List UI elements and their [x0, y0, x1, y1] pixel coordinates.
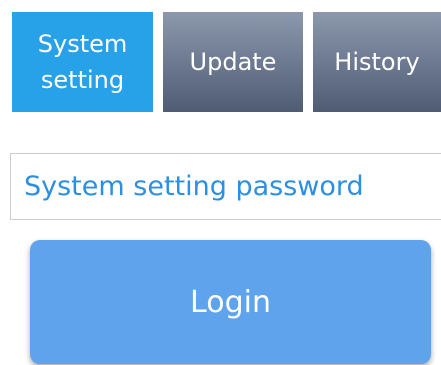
- tab-system-setting-line1: System: [37, 30, 128, 58]
- tab-system-setting-line2: setting: [40, 66, 125, 94]
- tab-system-setting-label: System setting: [38, 26, 128, 98]
- login-button[interactable]: Login: [30, 240, 431, 364]
- tab-history[interactable]: History: [313, 12, 441, 112]
- login-panel: System setting Update History Login: [0, 0, 441, 365]
- tab-update-label: Update: [189, 48, 277, 76]
- tab-history-label: History: [334, 48, 420, 76]
- tab-update[interactable]: Update: [163, 12, 303, 112]
- tab-system-setting[interactable]: System setting: [12, 12, 153, 112]
- system-setting-password-input[interactable]: [10, 153, 441, 220]
